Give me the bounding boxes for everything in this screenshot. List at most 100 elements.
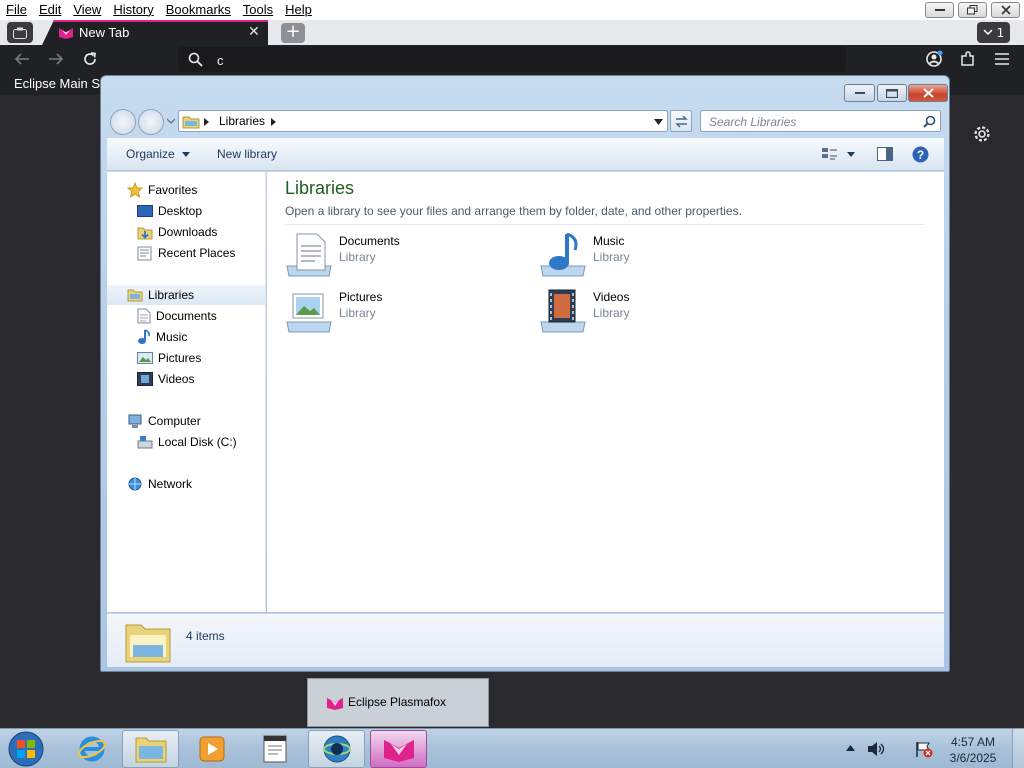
navigation-pane: Favorites Desktop Downloads Recent Place…	[107, 172, 266, 612]
start-button[interactable]	[4, 729, 48, 768]
action-center-flag-icon[interactable]	[914, 740, 934, 758]
tab-close-icon[interactable]: ✕	[248, 24, 260, 40]
address-history-chevron-icon[interactable]	[654, 119, 663, 125]
nav-documents[interactable]: Documents	[137, 306, 217, 326]
explorer-maximize-button[interactable]	[877, 84, 907, 102]
help-button[interactable]: ?	[912, 146, 929, 166]
music-note-icon	[138, 329, 150, 344]
new-tab-button[interactable]: +	[281, 23, 305, 43]
reload-button[interactable]	[80, 49, 100, 69]
notepad-icon	[263, 735, 286, 763]
menu-edit[interactable]: Edit	[33, 0, 67, 20]
clock-time: 4:57 AM	[950, 735, 996, 749]
preview-pane-button[interactable]	[877, 147, 893, 164]
menu-help[interactable]: Help	[279, 0, 318, 20]
local-disk-icon	[137, 435, 153, 448]
library-videos[interactable]: Videos Library	[539, 286, 759, 336]
account-button[interactable]	[924, 49, 944, 69]
volume-icon[interactable]	[866, 740, 886, 758]
menu-bookmarks[interactable]: Bookmarks	[160, 0, 237, 20]
taskbar-media-player[interactable]	[183, 730, 240, 768]
organize-button[interactable]: Organize	[126, 147, 191, 161]
bookmark-eclipse-main[interactable]: Eclipse Main S	[8, 76, 100, 91]
taskbar-notepad[interactable]	[246, 730, 303, 768]
taskbar-internet-explorer[interactable]	[63, 730, 120, 768]
taskbar-thumbnail-preview[interactable]: Eclipse Plasmafox	[307, 678, 489, 727]
library-pictures[interactable]: Pictures Library	[285, 286, 505, 336]
library-music-type: Library	[593, 250, 630, 264]
app-menu-button[interactable]	[992, 49, 1012, 69]
documents-library-icon	[286, 233, 332, 277]
recent-places-icon	[137, 246, 152, 260]
recent-pages-chevron-icon[interactable]	[167, 118, 175, 124]
tab-count-button[interactable]: 1	[977, 22, 1010, 43]
menu-history[interactable]: History	[107, 0, 159, 20]
breadcrumb-separator-icon[interactable]	[271, 118, 276, 126]
explorer-back-button[interactable]	[110, 109, 136, 135]
url-bar[interactable]: c	[178, 47, 846, 72]
menu-row: File Edit View History Bookmarks Tools H…	[0, 0, 318, 20]
search-placeholder: Search Libraries	[709, 115, 797, 129]
tab-strip: New Tab ✕ + 1	[0, 20, 1024, 45]
nav-computer[interactable]: Computer	[127, 411, 201, 431]
breadcrumb-libraries[interactable]: Libraries	[219, 114, 265, 128]
svg-text:?: ?	[917, 148, 924, 162]
new-library-button[interactable]: New library	[217, 147, 277, 161]
computer-icon	[128, 414, 142, 428]
navigation-bar: c	[0, 45, 1024, 73]
nav-desktop-label: Desktop	[158, 204, 203, 218]
address-bar[interactable]: Libraries	[178, 110, 668, 132]
nav-downloads[interactable]: Downloads	[137, 222, 217, 242]
nav-recent-places[interactable]: Recent Places	[137, 243, 235, 263]
nav-favorites[interactable]: Favorites	[127, 180, 197, 200]
divider	[285, 224, 925, 225]
tab-new-tab[interactable]: New Tab ✕	[42, 20, 268, 45]
breadcrumb-separator-icon	[204, 118, 209, 126]
nav-videos[interactable]: Videos	[137, 369, 194, 389]
system-clock[interactable]: 4:57 AM 3/6/2025	[948, 734, 998, 766]
taskbar-windows-explorer[interactable]	[122, 730, 179, 768]
change-view-button[interactable]	[822, 148, 856, 164]
extensions-button[interactable]	[958, 49, 978, 69]
menu-tools[interactable]: Tools	[237, 0, 279, 20]
nav-favorites-label: Favorites	[148, 183, 198, 197]
show-hidden-icons-icon[interactable]	[846, 745, 855, 751]
search-libraries-field[interactable]: Search Libraries	[700, 110, 941, 132]
library-documents[interactable]: Documents Library	[285, 230, 505, 280]
libraries-folder-icon	[127, 289, 143, 302]
nav-desktop[interactable]: Desktop	[137, 201, 202, 221]
clock-date: 3/6/2025	[949, 751, 997, 765]
taskbar-eclipse-browser[interactable]	[308, 730, 365, 768]
videos-icon	[137, 372, 153, 386]
media-player-icon	[199, 736, 224, 762]
library-music[interactable]: Music Library	[539, 230, 759, 280]
explorer-minimize-button[interactable]	[844, 84, 875, 102]
tab-list-button[interactable]	[7, 22, 33, 43]
nav-libraries[interactable]: Libraries	[107, 285, 265, 305]
taskbar-eclipse-plasmafox[interactable]	[370, 730, 427, 768]
item-count: 4 items	[186, 629, 225, 643]
menu-view[interactable]: View	[67, 0, 107, 20]
page-settings-button[interactable]	[972, 124, 992, 147]
nav-network[interactable]: Network	[127, 474, 192, 494]
pictures-library-icon	[286, 293, 332, 333]
menu-file[interactable]: File	[0, 0, 33, 20]
pictures-icon	[137, 352, 153, 364]
close-icon	[922, 88, 934, 98]
nav-local-disk[interactable]: Local Disk (C:)	[137, 432, 237, 452]
nav-pictures[interactable]: Pictures	[137, 348, 201, 368]
show-desktop-button[interactable]	[1012, 729, 1024, 768]
nav-recent-places-label: Recent Places	[158, 246, 236, 260]
explorer-forward-button[interactable]	[138, 109, 164, 135]
page-subtitle: Open a library to see your files and arr…	[285, 204, 742, 218]
forward-button[interactable]	[46, 49, 66, 69]
window-minimize-button[interactable]	[925, 2, 954, 18]
refresh-button[interactable]	[670, 110, 692, 132]
nav-local-disk-label: Local Disk (C:)	[158, 435, 237, 449]
window-restore-button[interactable]	[958, 2, 987, 18]
nav-music[interactable]: Music	[137, 327, 187, 347]
explorer-close-button[interactable]	[908, 84, 948, 102]
browser-menubar: File Edit View History Bookmarks Tools H…	[0, 0, 1024, 20]
back-button[interactable]	[12, 49, 32, 69]
window-close-button[interactable]	[991, 2, 1020, 18]
